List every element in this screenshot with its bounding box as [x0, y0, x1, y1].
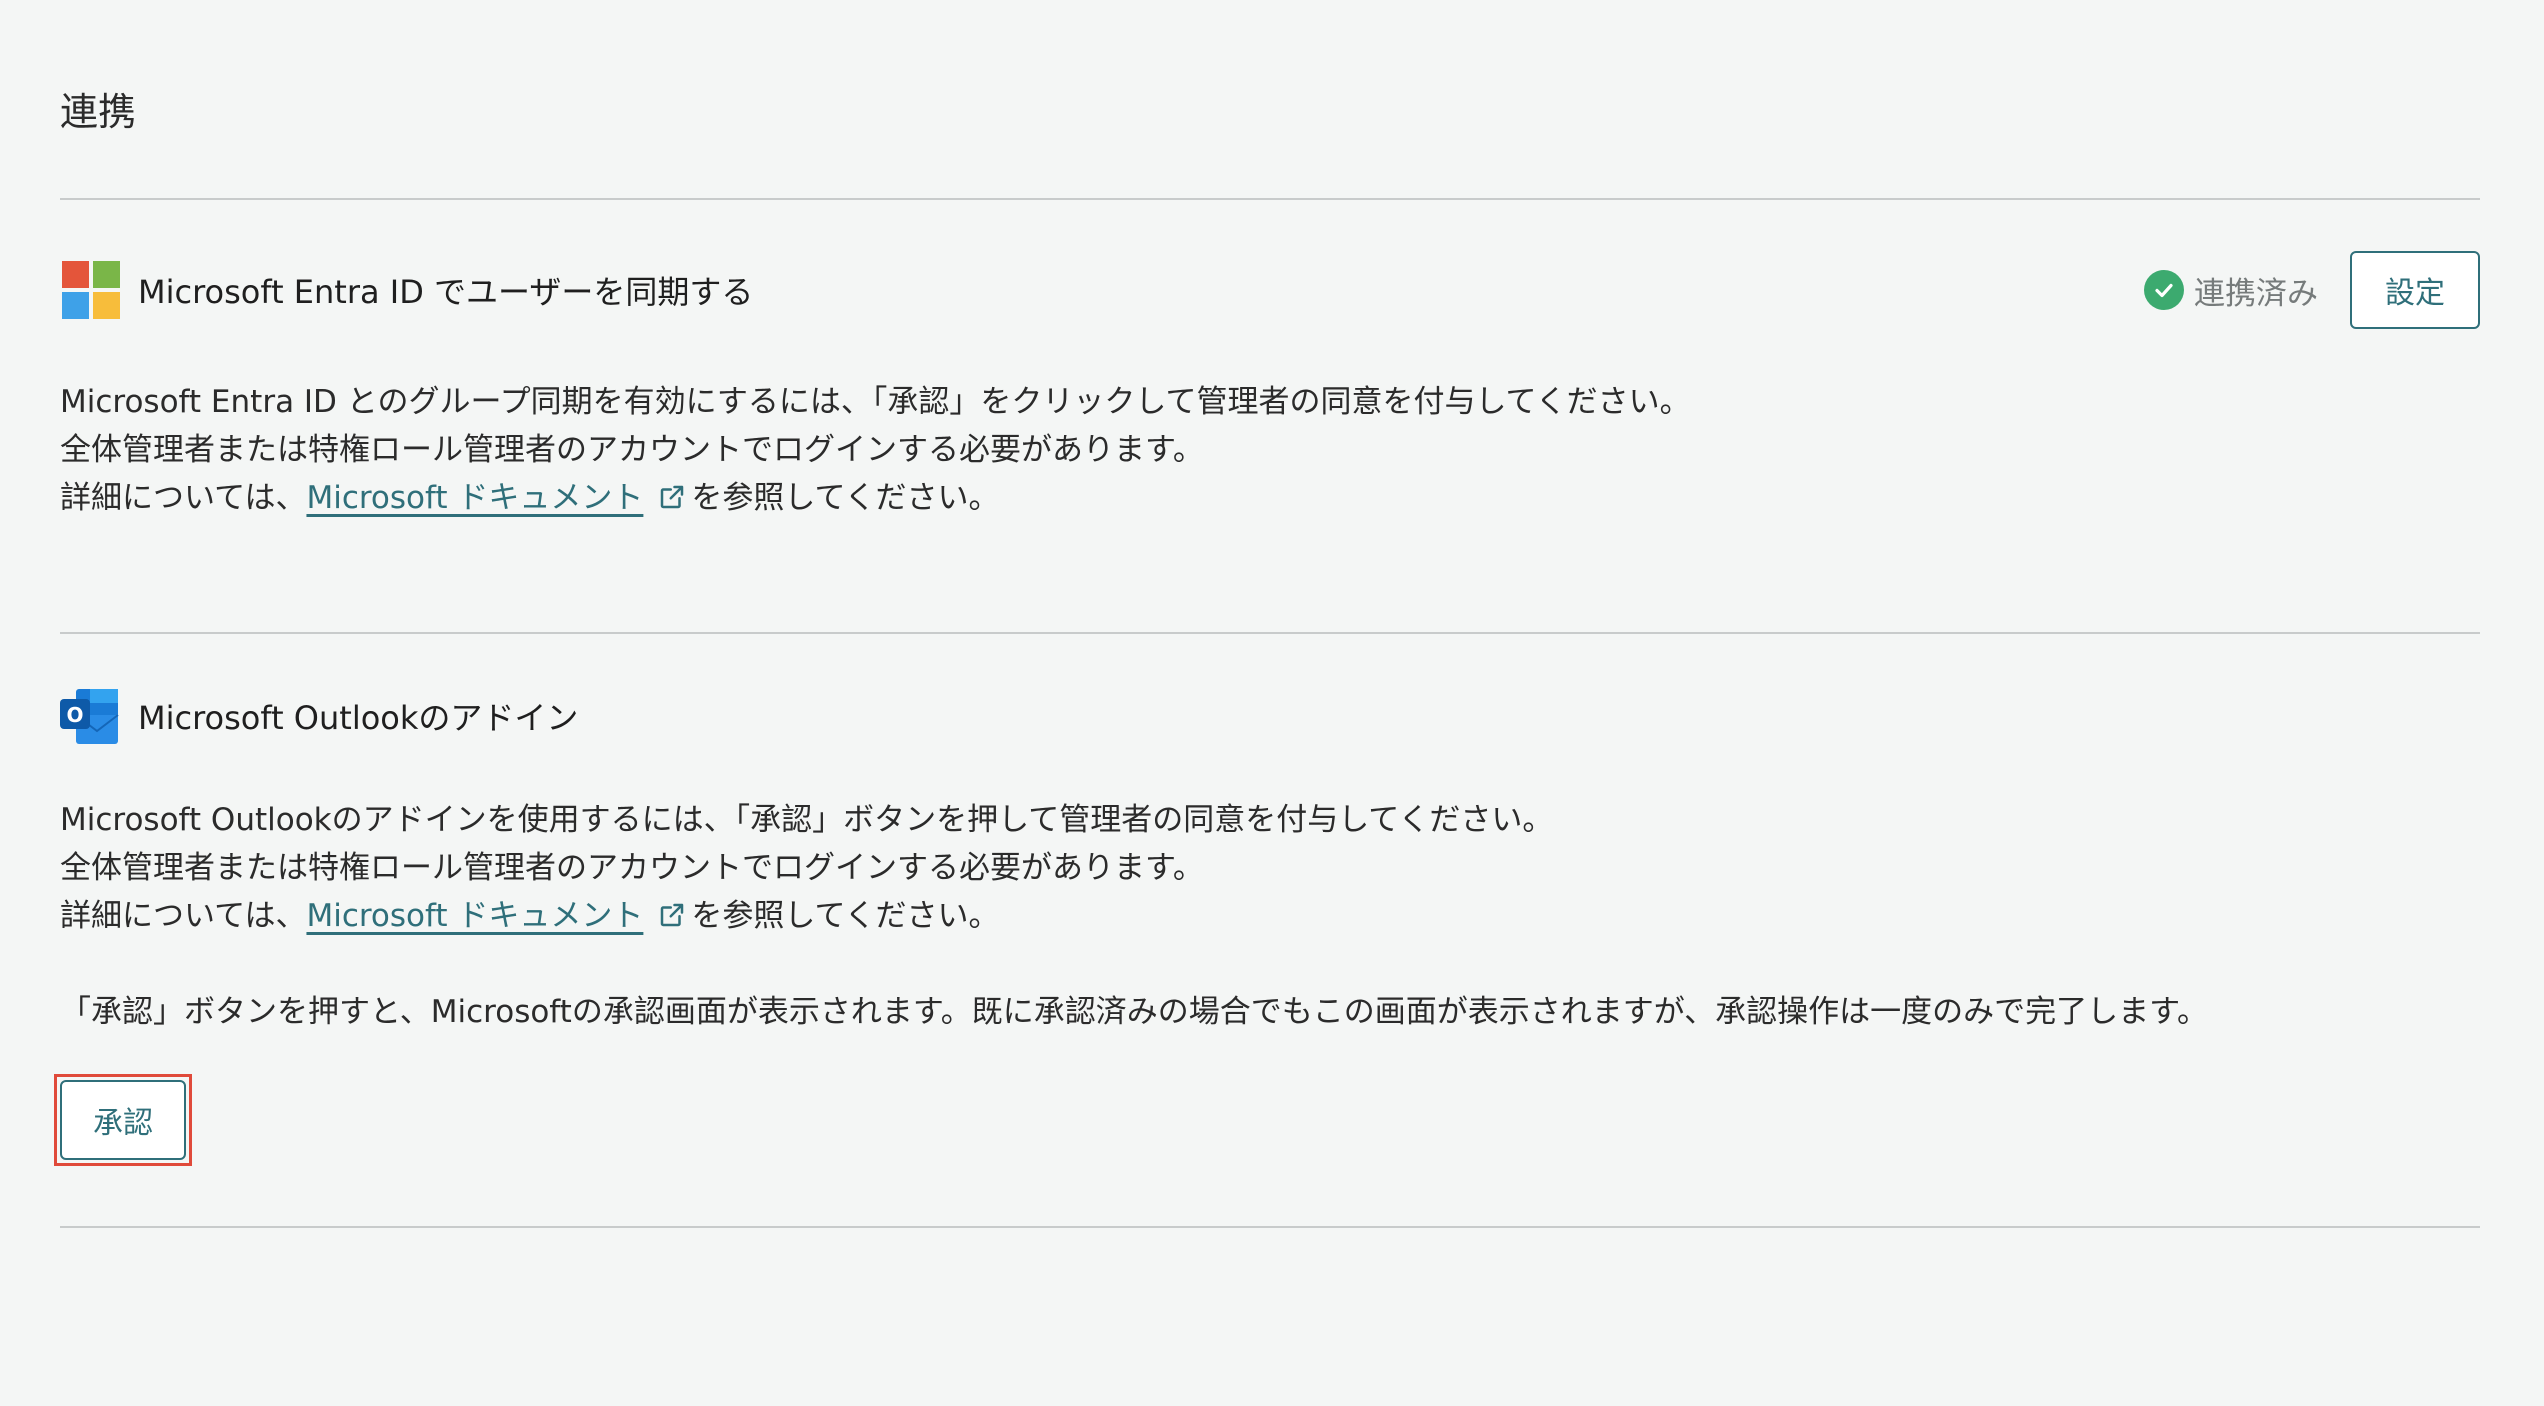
connection-status: 連携済み [2144, 268, 2318, 313]
entra-header-actions: 連携済み 設定 [2144, 251, 2480, 329]
outlook-icon: O [60, 685, 122, 747]
outlook-description-line: 全体管理者または特権ロール管理者のアカウントでログインする必要があります。 [60, 850, 1204, 886]
entra-section-title: Microsoft Entra ID でユーザーを同期する [138, 273, 754, 311]
microsoft-logo-icon [60, 259, 122, 321]
detail-suffix: を参照してください。 [691, 898, 1000, 934]
outlook-detail-line: 詳細については、Microsoft ドキュメント を参照してください。 [60, 892, 2480, 944]
microsoft-docs-link[interactable]: Microsoft ドキュメント [306, 898, 643, 934]
svg-text:O: O [66, 703, 83, 727]
divider [60, 198, 2480, 200]
outlook-section-title: Microsoft Outlookのアドイン [138, 699, 579, 737]
entra-description: Microsoft Entra ID とのグループ同期を有効にするには、「承認」… [60, 378, 2480, 526]
approve-highlight: 承認 [54, 1074, 192, 1166]
outlook-description-line: Microsoft Outlookのアドインを使用するには、「承認」ボタンを押し… [60, 802, 1554, 838]
outlook-section-header: O Microsoft Outlookのアドイン [60, 676, 2480, 756]
check-circle-icon [2144, 270, 2184, 310]
approve-button[interactable]: 承認 [60, 1080, 186, 1160]
detail-suffix: を参照してください。 [691, 480, 1000, 516]
detail-prefix: 詳細については、 [60, 480, 307, 516]
page-title: 連携 [60, 90, 137, 134]
entra-section-header: Microsoft Entra ID でユーザーを同期する 連携済み 設定 [60, 250, 2480, 330]
approval-note: 「承認」ボタンを押すと、Microsoftの承認画面が表示されます。既に承認済み… [60, 994, 2209, 1030]
detail-prefix: 詳細については、 [60, 898, 307, 934]
microsoft-docs-link[interactable]: Microsoft ドキュメント [306, 480, 643, 516]
entra-description-line: 全体管理者または特権ロール管理者のアカウントでログインする必要があります。 [60, 432, 1204, 468]
divider [60, 632, 2480, 634]
settings-button[interactable]: 設定 [2350, 251, 2480, 329]
external-link-icon[interactable] [657, 478, 687, 526]
divider [60, 1226, 2480, 1228]
entra-detail-line: 詳細については、Microsoft ドキュメント を参照してください。 [60, 474, 2480, 526]
external-link-icon[interactable] [657, 896, 687, 944]
outlook-description: Microsoft Outlookのアドインを使用するには、「承認」ボタンを押し… [60, 796, 2480, 944]
entra-description-line: Microsoft Entra ID とのグループ同期を有効にするには、「承認」… [60, 384, 1691, 420]
status-label: 連携済み [2194, 275, 2318, 312]
